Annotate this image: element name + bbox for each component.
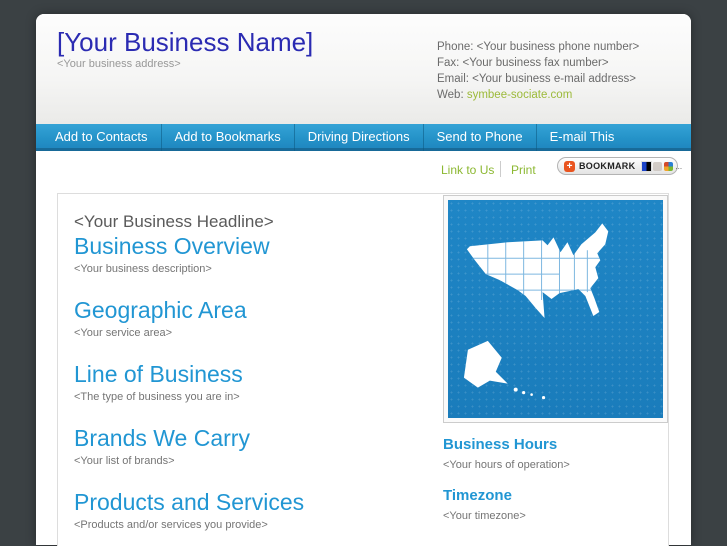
contact-phone: Phone: <Your business phone number> <box>437 39 639 55</box>
section-placeholder: <Products and/or services you provide> <box>74 518 433 532</box>
nav-driving-directions[interactable]: Driving Directions <box>294 124 423 151</box>
page-card: [Your Business Name] <Your business addr… <box>36 14 691 545</box>
contact-fax: Fax: <Your business fax number> <box>437 55 639 71</box>
action-bar: Add to Contacts Add to Bookmarks Driving… <box>36 124 691 151</box>
bookmark-more-dots: ... <box>675 162 682 171</box>
msn-icon <box>664 162 673 171</box>
sidebar-section-title-timezone: Timezone <box>443 487 661 505</box>
sidebar-section-placeholder: <Your hours of operation> <box>443 458 661 472</box>
section-line-of-business: Line of Business <The type of business y… <box>74 360 433 404</box>
website-link[interactable]: symbee-sociate.com <box>467 89 572 101</box>
bookmark-button[interactable]: + BOOKMARK ... <box>557 157 678 175</box>
section-placeholder: <Your list of brands> <box>74 454 433 468</box>
nav-email-this[interactable]: E-mail This <box>536 124 628 151</box>
business-headline: <Your Business Headline> <box>74 211 433 232</box>
business-address: <Your business address> <box>57 58 181 70</box>
us-map-icon <box>448 200 663 418</box>
link-to-us-link[interactable]: Link to Us <box>441 163 494 177</box>
nav-add-to-bookmarks[interactable]: Add to Bookmarks <box>161 124 294 151</box>
section-title: Brands We Carry <box>74 424 433 452</box>
section-title: Geographic Area <box>74 296 433 324</box>
section-business-overview: Business Overview <Your business descrip… <box>74 232 433 276</box>
page: { "colors": { "page_background": "#3b414… <box>0 0 727 545</box>
nav-send-to-phone[interactable]: Send to Phone <box>423 124 536 151</box>
section-products-and-services: Products and Services <Products and/or s… <box>74 488 433 532</box>
stumbleupon-icon <box>653 162 662 171</box>
business-name: [Your Business Name] <box>57 27 313 58</box>
section-title: Products and Services <box>74 488 433 516</box>
sidebar-section-title-business-hours: Business Hours <box>443 436 661 454</box>
main-column: <Your Business Headline> Business Overvi… <box>58 194 443 546</box>
section-placeholder: <Your business description> <box>74 262 433 276</box>
contact-web-label: Web: <box>437 89 467 101</box>
bookmark-plus-icon: + <box>564 161 575 172</box>
section-placeholder: <Your service area> <box>74 326 433 340</box>
nav-add-to-contacts[interactable]: Add to Contacts <box>42 124 161 151</box>
contact-email: Email: <Your business e-mail address> <box>437 71 639 87</box>
contact-block: Phone: <Your business phone number> Fax:… <box>437 39 639 103</box>
contact-web: Web: symbee-sociate.com <box>437 87 639 103</box>
subnav-divider <box>500 161 501 177</box>
content-box: <Your Business Headline> Business Overvi… <box>57 193 669 546</box>
bookmark-label: BOOKMARK <box>579 161 635 171</box>
sidebar-column: Business Hours <Your hours of operation>… <box>443 194 668 546</box>
section-placeholder: <The type of business you are in> <box>74 390 433 404</box>
section-geographic-area: Geographic Area <Your service area> <box>74 296 433 340</box>
section-brands-we-carry: Brands We Carry <Your list of brands> <box>74 424 433 468</box>
sidebar-section-placeholder: <Your timezone> <box>443 509 661 523</box>
section-title: Business Overview <box>74 232 433 260</box>
sidebar-sections: Business Hours <Your hours of operation>… <box>443 436 661 523</box>
us-map-image <box>448 200 663 418</box>
delicious-icon <box>642 162 651 171</box>
sub-nav: Link to Us Print + BOOKMARK ... <box>36 151 691 193</box>
section-title: Line of Business <box>74 360 433 388</box>
header: [Your Business Name] <Your business addr… <box>36 14 691 124</box>
print-link[interactable]: Print <box>511 163 536 177</box>
map-frame <box>443 195 668 423</box>
